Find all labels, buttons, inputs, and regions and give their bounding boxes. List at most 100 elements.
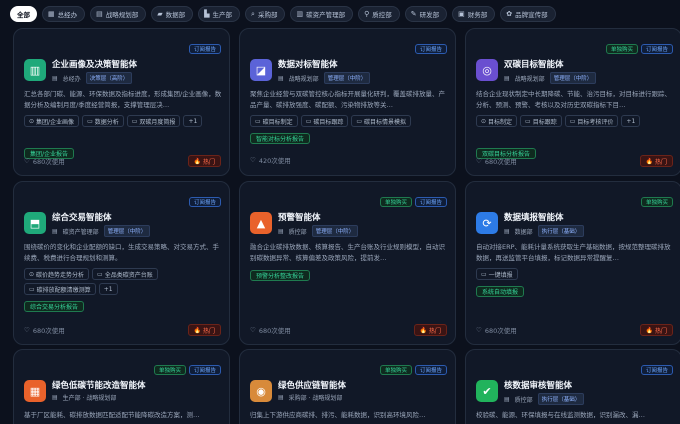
heart-icon: ♡: [476, 326, 482, 334]
feature-tag[interactable]: ▭ 碳排放配额清缴测算: [24, 283, 96, 295]
filter-chip[interactable]: ✿ 品牌宣传部: [500, 6, 556, 22]
agent-description: 围绕碳价的变化和企业配额的缺口，生成交易策略、对交易方式、手续费、税费进行合理规…: [24, 243, 219, 262]
agent-description: 校验碳、能源、环保填报与在线监测数据，识别漏改、漏…: [476, 411, 645, 419]
report-tag[interactable]: 系统自动填报: [476, 286, 525, 297]
single-purchase-badge[interactable]: 单独购买: [640, 197, 673, 207]
level-badge: 执行层（基础）: [537, 393, 585, 405]
subscribe-report-badge[interactable]: 订阅报告: [640, 365, 673, 375]
filter-chip[interactable]: 全部: [10, 6, 37, 22]
report-tag[interactable]: 智能对标分析报告: [250, 133, 311, 144]
subscribe-report-badge[interactable]: 订阅报告: [188, 197, 221, 207]
single-purchase-badge[interactable]: 单独购买: [605, 44, 638, 54]
subscribe-report-badge[interactable]: 订阅报告: [188, 365, 221, 375]
agent-meta: ▤ 战略规划部 管理层（中阶）: [278, 72, 371, 84]
subscribe-report-badge[interactable]: 订阅报告: [188, 44, 221, 54]
warning-bell-icon: ▲: [250, 212, 272, 234]
usage-count-label: 680次使用: [258, 327, 291, 335]
feature-tag[interactable]: +1: [183, 115, 203, 127]
agent-card[interactable]: 单独购买 订阅报告 ▲ 预警智能体 ▤ 质控部 管理层（中阶） 融合企业碳排放数据、核算报告、…: [239, 181, 456, 345]
filter-chip-label: 研发部: [419, 11, 440, 19]
usage-count: ♡ 680次使用: [476, 325, 517, 335]
filter-chip[interactable]: ⚲ 质控部: [358, 6, 400, 22]
feature-tag[interactable]: +1: [621, 115, 641, 127]
agent-card[interactable]: 订阅报告 ✔ 核数据审核智能体 ▤ 质控部 执行层（基础） 校验碳、能源、环保填报与在线监测…: [465, 349, 680, 424]
agent-card[interactable]: 订阅报告 ⬒ 综合交易智能体 ▤ 碳资产管理部 管理层（中阶） 围绕碳价的变化和企业配额的缺…: [13, 181, 230, 345]
department-icon: ▦: [48, 9, 55, 18]
department-label: 采购部 · 战略规划部: [288, 395, 343, 402]
agent-card[interactable]: 单独购买 订阅报告 ◉ 绿色供应链智能体 ▤ 采购部 · 战略规划部 归集上下游供应商碳排、…: [239, 349, 456, 424]
feature-tag[interactable]: ▭ 一键填报: [476, 268, 518, 280]
agent-meta: ▤ 质控部 管理层（中阶）: [278, 225, 359, 237]
heart-icon: ♡: [250, 326, 256, 334]
feature-tag[interactable]: ⊙ 集团/企业画像: [24, 115, 80, 127]
card-badges: 单独购买 订阅报告: [379, 197, 447, 207]
feature-tag-label: 一键填报: [488, 271, 513, 279]
single-purchase-badge[interactable]: 单独购买: [153, 365, 186, 375]
hot-badge: 🔥 热门: [639, 155, 673, 167]
feature-tag[interactable]: ⊙ 目标制定: [476, 115, 518, 127]
feature-tag[interactable]: ▭ 目标考核评价: [564, 115, 619, 127]
feature-tag[interactable]: ▭ 碳目标情景模拟: [351, 115, 412, 127]
report-tag[interactable]: 综合交易分析报告: [24, 301, 85, 312]
report-tag[interactable]: 预警分析整改报告: [250, 270, 311, 281]
agent-card[interactable]: 单独购买 订阅报告 ▦ 绿色低碳节能改造智能体 ▤ 生产部 · 战略规划部 基于厂区能耗、碳…: [13, 349, 230, 424]
department-label: 总经办: [62, 75, 81, 83]
filter-chip[interactable]: ⌕ 采购部: [245, 6, 286, 22]
trade-chart-icon: ⬒: [24, 212, 46, 234]
feature-tag[interactable]: ▭ 全品类碳资产台账: [92, 268, 158, 280]
feature-tag[interactable]: ▭ 目标跟踪: [520, 115, 562, 127]
filter-chip[interactable]: ✎ 研发部: [404, 6, 448, 22]
filter-chip[interactable]: ▙ 生产部: [198, 6, 241, 22]
feature-icon: ▭: [29, 285, 35, 293]
card-badges: 单独购买: [640, 197, 673, 207]
feature-icon: ⊙: [481, 117, 487, 125]
usage-count: ♡ 420次使用: [250, 155, 291, 165]
usage-count: ♡ 680次使用: [24, 325, 65, 335]
subscribe-report-badge[interactable]: 订阅报告: [414, 197, 447, 207]
department-label: 碳资产管理部: [62, 228, 99, 236]
feature-tag[interactable]: ▭ 数据分析: [82, 115, 124, 127]
agent-card[interactable]: 单独购买 订阅报告 ◎ 双碳目标智能体 ▤ 战略规划部 管理层（中阶） 结合企业现状制定中长期…: [465, 28, 680, 176]
feature-tag[interactable]: ▭ 碳目标跟踪: [300, 115, 349, 127]
agent-card[interactable]: 订阅报告 ▥ 企业画像及决策智能体 ▤ 总经办 决策层（高阶） 汇总各部门碳、能源、环保数据…: [13, 28, 230, 176]
filter-chip[interactable]: ▦ 总经办: [42, 6, 86, 22]
hot-label: 热门: [428, 327, 441, 335]
single-purchase-badge[interactable]: 单独购买: [379, 365, 412, 375]
agent-title: 数据对标智能体: [278, 60, 338, 70]
single-purchase-badge[interactable]: 单独购买: [379, 197, 412, 207]
feature-icon: ▭: [97, 270, 103, 278]
department-filter-bar: 全部 ▦ 总经办 ▤ 战略规划部 ▰ 数据部 ▙ 生产部 ⌕ 采购部 ▥ 碳资产管理部 ⚲ 质控部 ✎ 研发部 ▣…: [10, 6, 556, 22]
feature-tag-label: 碳价趋势走势分析: [36, 271, 85, 279]
department-icon: ✿: [506, 9, 513, 18]
feature-tag-label: 碳目标制定: [262, 118, 293, 126]
feature-tag[interactable]: ▭ 碳目标制定: [250, 115, 298, 127]
filter-chip[interactable]: ▰ 数据部: [151, 6, 194, 22]
card-badges: 单独购买 订阅报告: [605, 44, 673, 54]
usage-count-label: 680次使用: [484, 158, 517, 166]
subscribe-report-badge[interactable]: 订阅报告: [414, 44, 447, 54]
department-label: 生产部 · 战略规划部: [62, 395, 117, 402]
filter-chip-label: 质控部: [372, 11, 392, 19]
feature-tag[interactable]: ▭ 双碳月度简报: [126, 115, 181, 127]
filter-chip[interactable]: ▣ 财务部: [452, 6, 496, 22]
agent-card[interactable]: 订阅报告 ◪ 数据对标智能体 ▤ 战略规划部 管理层（中阶） 聚焦企业经营与双碳管控核心指标…: [239, 28, 456, 176]
feature-tag[interactable]: +1: [98, 283, 118, 295]
feature-icon: ▭: [255, 117, 261, 125]
card-badges: 单独购买 订阅报告: [153, 365, 221, 375]
feature-tag-label: 目标跟踪: [532, 118, 557, 126]
feature-icon: ⊙: [29, 270, 35, 278]
feature-tag-label: 碳排放配额清缴测算: [36, 286, 91, 294]
department-icon: ⌕: [251, 9, 255, 18]
subscribe-report-badge[interactable]: 订阅报告: [640, 44, 673, 54]
agent-description: 融合企业碳排放数据、核算报告、生产台账及行业规则模型，自动识别碳数据异常、核算偏…: [250, 243, 445, 262]
feature-tag[interactable]: ⊙ 碳价趋势走势分析: [24, 268, 90, 280]
agent-meta: ▤ 生产部 · 战略规划部: [52, 393, 116, 402]
subscribe-report-badge[interactable]: 订阅报告: [414, 365, 447, 375]
filter-chip[interactable]: ▥ 碳资产管理部: [290, 6, 354, 22]
feature-tag-label: 集团/企业画像: [36, 118, 75, 126]
heart-icon: ♡: [24, 326, 30, 334]
filter-chip[interactable]: ▤ 战略规划部: [90, 6, 147, 22]
filter-chip-label: 生产部: [212, 11, 233, 19]
heart-icon: ♡: [476, 157, 482, 165]
agent-card[interactable]: 单独购买 ⟳ 数据填报智能体 ▤ 数据部 执行层（基础） 自动对接ERP、能耗计量系统获取生…: [465, 181, 680, 345]
